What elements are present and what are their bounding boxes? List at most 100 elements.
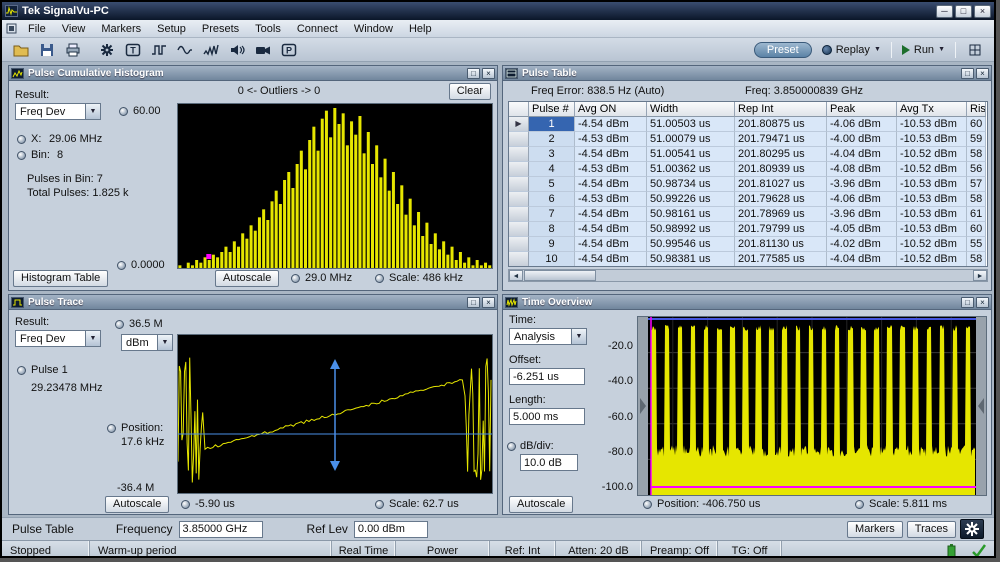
dropdown-arrow-icon[interactable]: ▼ (157, 335, 172, 350)
pulse-data-cell[interactable]: -4.54 dBm (575, 207, 647, 222)
length-input[interactable] (509, 408, 585, 425)
offset-input[interactable] (509, 368, 585, 385)
pulse-data-cell[interactable]: 60 (967, 117, 986, 132)
ymin-knob-icon[interactable] (117, 261, 126, 270)
pulse-select-knob-icon[interactable] (17, 366, 26, 375)
replay-chevron-down-icon[interactable]: ▼ (874, 46, 881, 53)
pulse-number-cell[interactable]: 9 (529, 237, 575, 252)
row-selector-cell[interactable] (509, 252, 529, 267)
pulse-data-cell[interactable]: 50.99546 us (647, 237, 735, 252)
result-dropdown[interactable]: Freq Dev ▼ (15, 103, 101, 120)
row-selector-cell[interactable]: ▶ (509, 117, 529, 132)
markers-button[interactable]: Markers (847, 521, 903, 538)
trace-scale-value[interactable]: Scale: 62.7 us (389, 498, 459, 510)
pulse-table-close-icon[interactable]: × (976, 68, 989, 79)
pulse-data-cell[interactable]: 50.98992 us (647, 222, 735, 237)
pulse-data-cell[interactable]: -10.53 dBm (897, 177, 967, 192)
preset-button[interactable]: Preset (754, 42, 812, 58)
pulse-number-cell[interactable]: 1 (529, 117, 575, 132)
pulse-data-cell[interactable]: 58 (967, 252, 986, 267)
menu-file[interactable]: File (20, 22, 54, 36)
pulse-number-cell[interactable]: 6 (529, 192, 575, 207)
dropdown-arrow-icon[interactable]: ▼ (85, 331, 100, 346)
row-selector-cell[interactable] (509, 237, 529, 252)
run-button[interactable]: Run ▼ (898, 43, 949, 57)
display-layout-icon[interactable] (962, 39, 987, 60)
pulse-data-cell[interactable]: 201.80295 us (735, 147, 827, 162)
pulse-data-cell[interactable]: -10.53 dBm (897, 222, 967, 237)
run-chevron-down-icon[interactable]: ▼ (938, 46, 945, 53)
pulse-data-cell[interactable]: 201.79799 us (735, 222, 827, 237)
pulse-data-cell[interactable]: -3.96 dBm (827, 207, 897, 222)
bin-value[interactable]: 8 (57, 149, 63, 161)
pulse-data-cell[interactable]: -4.05 dBm (827, 222, 897, 237)
units-dropdown[interactable]: dBm ▼ (121, 334, 173, 351)
histogram-autoscale-button[interactable]: Autoscale (215, 270, 279, 287)
menu-connect[interactable]: Connect (289, 22, 346, 36)
pulse-data-cell[interactable]: 201.78969 us (735, 207, 827, 222)
pulse-data-cell[interactable]: 55 (967, 237, 986, 252)
time-position-knob-icon[interactable] (643, 500, 652, 509)
menu-view[interactable]: View (54, 22, 94, 36)
pulse-data-cell[interactable]: 61 (967, 207, 986, 222)
pulse-data-cell[interactable]: 50.98734 us (647, 177, 735, 192)
traces-button[interactable]: Traces (907, 521, 956, 538)
table-horizontal-scrollbar[interactable]: ◄ ► (508, 269, 988, 282)
row-selector-cell[interactable] (509, 222, 529, 237)
pulse-number-cell[interactable]: 5 (529, 177, 575, 192)
pulse-data-cell[interactable]: -4.54 dBm (575, 147, 647, 162)
text-annotation-icon[interactable]: T (120, 39, 145, 60)
trace-position-value[interactable]: 17.6 kHz (121, 436, 164, 448)
pulse-data-cell[interactable]: 50.98381 us (647, 252, 735, 267)
pulse-data-cell[interactable]: -4.54 dBm (575, 117, 647, 132)
histogram-table-button[interactable]: Histogram Table (13, 270, 108, 287)
pulse-data-cell[interactable]: 58 (967, 192, 986, 207)
pulse-data-cell[interactable]: 201.80939 us (735, 162, 827, 177)
pulse-data-cell[interactable]: -4.53 dBm (575, 162, 647, 177)
time-dropdown[interactable]: Analysis ▼ (509, 328, 587, 345)
y-max-value[interactable]: 60.00 (133, 105, 161, 117)
pulse-table-row[interactable]: 8-4.54 dBm50.98992 us201.79799 us-4.05 d… (509, 222, 987, 237)
pulse-data-cell[interactable]: -4.04 dBm (827, 147, 897, 162)
pulse-data-cell[interactable]: 201.81027 us (735, 177, 827, 192)
audio-demod-icon[interactable] (224, 39, 249, 60)
dbdiv-knob-icon[interactable] (507, 442, 516, 451)
pulse-data-cell[interactable]: -4.54 dBm (575, 237, 647, 252)
col-pulse-number[interactable]: Pulse # (529, 102, 575, 117)
minimize-button[interactable]: ─ (936, 5, 953, 18)
col-peak[interactable]: Peak (827, 102, 897, 117)
pulse-data-cell[interactable]: -3.96 dBm (827, 177, 897, 192)
row-selector-cell[interactable] (509, 147, 529, 162)
pulse-number-cell[interactable]: 7 (529, 207, 575, 222)
pulse-trace-close-icon[interactable]: × (482, 297, 495, 308)
pulse-data-cell[interactable]: -10.53 dBm (897, 132, 967, 147)
pulse-data-cell[interactable]: -4.00 dBm (827, 132, 897, 147)
pulse-data-cell[interactable]: -4.54 dBm (575, 222, 647, 237)
histogram-close-icon[interactable]: × (482, 68, 495, 79)
pulse-data-cell[interactable]: -4.06 dBm (827, 117, 897, 132)
pulse-data-cell[interactable]: -4.06 dBm (827, 192, 897, 207)
menu-setup[interactable]: Setup (149, 22, 194, 36)
pulse-data-cell[interactable]: 201.80875 us (735, 117, 827, 132)
trace-result-dropdown[interactable]: Freq Dev ▼ (15, 330, 101, 347)
pulse-data-cell[interactable]: 201.81130 us (735, 237, 827, 252)
replay-button[interactable]: Replay ▼ (818, 43, 885, 57)
pulse-data-cell[interactable]: 56 (967, 162, 986, 177)
time-autoscale-button[interactable]: Autoscale (509, 496, 573, 513)
pulse-data-cell[interactable]: -4.54 dBm (575, 177, 647, 192)
pulse-data-cell[interactable]: 201.79628 us (735, 192, 827, 207)
pulse-data-cell[interactable]: 50.99226 us (647, 192, 735, 207)
x-knob-icon[interactable] (17, 135, 26, 144)
pulse-data-cell[interactable]: -10.52 dBm (897, 237, 967, 252)
menu-presets[interactable]: Presets (194, 22, 247, 36)
pulse-data-cell[interactable]: 60 (967, 222, 986, 237)
col-rise[interactable]: Rise (967, 102, 986, 117)
y-min-value[interactable]: 0.0000 (131, 259, 165, 271)
scroll-left-icon[interactable]: ◄ (509, 270, 523, 281)
maximize-button[interactable]: □ (955, 5, 972, 18)
x-center-value[interactable]: 29.0 MHz (305, 272, 352, 284)
pulse-data-cell[interactable]: -4.53 dBm (575, 192, 647, 207)
time-scale-knob-icon[interactable] (855, 500, 864, 509)
pulse-select-label[interactable]: Pulse 1 (31, 364, 68, 376)
dropdown-arrow-icon[interactable]: ▼ (85, 104, 100, 119)
